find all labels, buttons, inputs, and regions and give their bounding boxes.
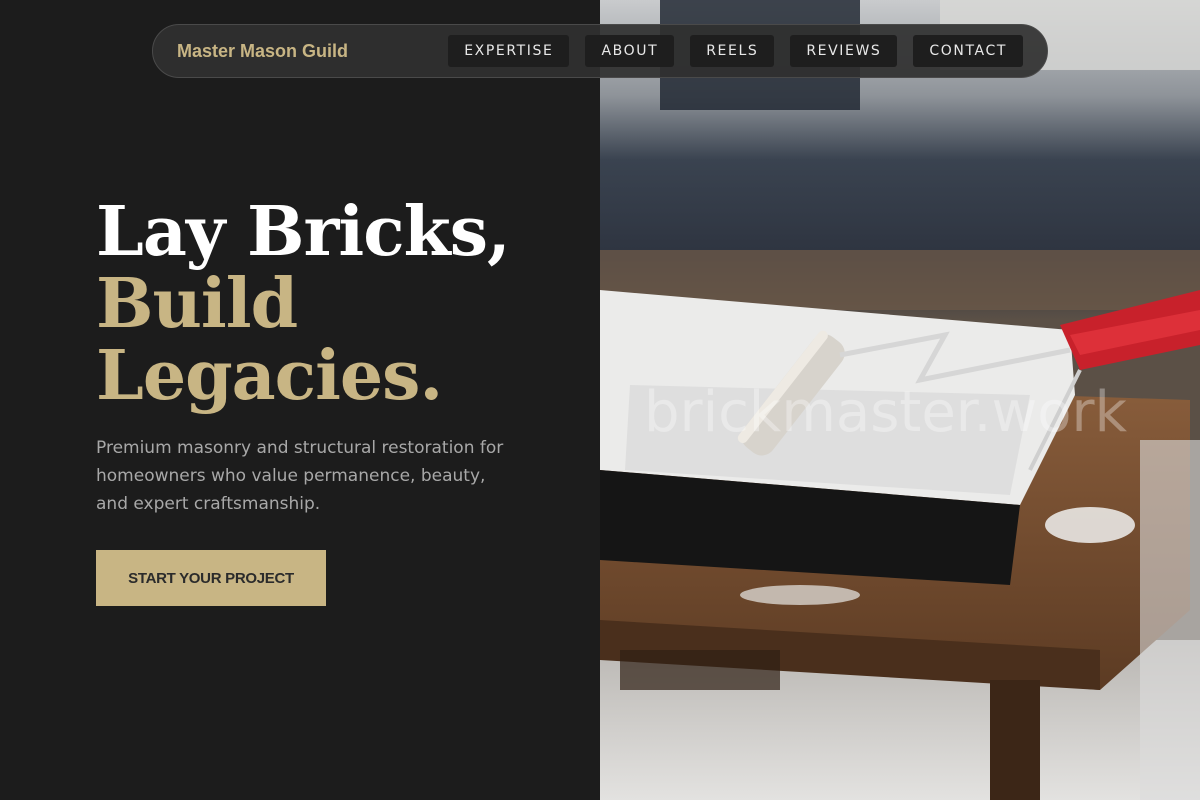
hero-title-line-2: Build — [96, 264, 298, 344]
nav-item-about[interactable]: ABOUT — [585, 35, 675, 67]
nav-item-reviews[interactable]: REVIEWS — [790, 35, 898, 67]
hero-description: Premium masonry and structural restorati… — [96, 438, 504, 514]
brand-logo[interactable]: Master Mason Guild — [177, 41, 348, 62]
start-project-button[interactable]: START YOUR PROJECT — [96, 550, 326, 606]
hero-title-line-3: Legacies. — [96, 336, 443, 416]
hero-left-pane: Lay Bricks, Build Legacies. Premium maso… — [0, 0, 600, 800]
hero-title: Lay Bricks, Build Legacies. — [96, 192, 511, 416]
top-navbar: Master Mason Guild EXPERTISE ABOUT REELS… — [152, 24, 1048, 78]
hero-title-line-1: Lay Bricks, — [96, 192, 511, 272]
watermark: brickmaster.work — [644, 380, 1127, 445]
nav-item-reels[interactable]: REELS — [690, 35, 775, 67]
nav-item-contact[interactable]: CONTACT — [913, 35, 1023, 67]
nav-menu: EXPERTISE ABOUT REELS REVIEWS CONTACT — [448, 35, 1023, 67]
nav-item-expertise[interactable]: EXPERTISE — [448, 35, 570, 67]
